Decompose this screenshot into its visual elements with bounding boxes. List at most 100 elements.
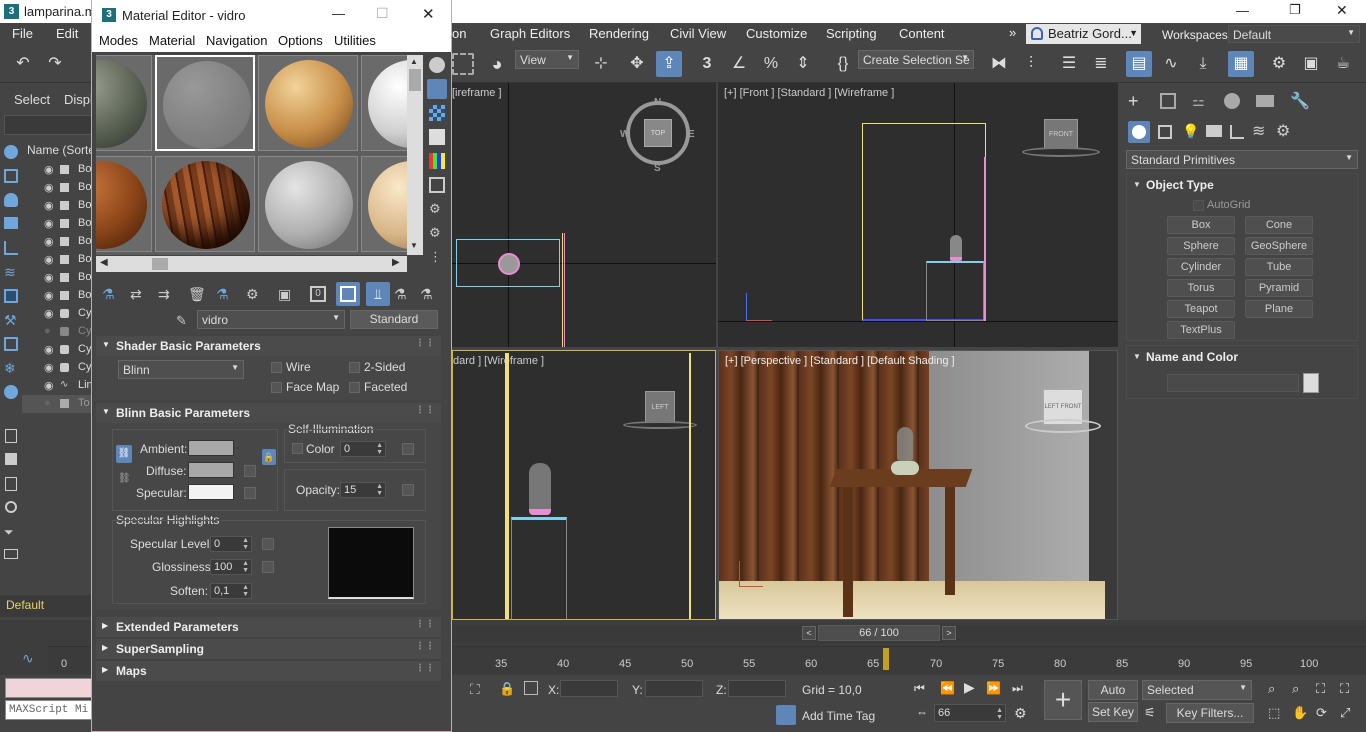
menu-modes[interactable]: Modes [99, 33, 138, 48]
redo-icon[interactable]: ↷ [42, 51, 68, 77]
list-item[interactable]: ◉ Bo [22, 233, 92, 251]
spacewarps-icon[interactable]: ≋ [1252, 121, 1265, 141]
find-icon[interactable] [5, 501, 17, 513]
viewcube-compass[interactable]: TOP [626, 101, 690, 165]
key-filters-button[interactable]: Key Filters... [1166, 703, 1254, 723]
go-forward-sibling-icon[interactable]: ⚗ [420, 286, 433, 303]
assign-to-selection-icon[interactable]: ⇉ [158, 286, 170, 303]
material-type-button[interactable]: Standard [350, 310, 438, 329]
slots-hscrollbar[interactable]: ◀ ▶ [96, 256, 407, 272]
pick-material-icon[interactable]: ✎ [176, 313, 187, 329]
menu-content[interactable]: Content [899, 26, 945, 41]
sample-slot[interactable] [258, 55, 358, 151]
viewport-perspective[interactable]: [+] [Perspective ] [Standard ] [Default … [718, 350, 1118, 620]
filter-funnel-icon[interactable]: ⏷ [4, 525, 14, 540]
menu-material[interactable]: Material [149, 33, 195, 48]
edit-named-selection-icon[interactable]: {} [830, 51, 856, 77]
spinner-arrows-icon[interactable]: ▲ ▼ [242, 560, 249, 574]
get-material-icon[interactable]: ⚗ [102, 286, 115, 303]
render-production-icon[interactable]: ☕ [1330, 51, 1356, 77]
diffuse-map-button[interactable] [244, 465, 256, 477]
eye-icon[interactable]: ◉ [44, 253, 54, 266]
x-coord-field[interactable] [560, 680, 618, 697]
hierarchy-tab-icon[interactable]: ⚍ [1192, 93, 1205, 110]
pivot-center-icon[interactable]: ⊹ [588, 51, 614, 77]
self-illum-map-button[interactable] [402, 443, 414, 455]
filter-groups-icon[interactable] [4, 289, 18, 303]
scroll-down-icon[interactable]: ▼ [410, 241, 418, 250]
undo-icon[interactable]: ↶ [10, 51, 36, 77]
sample-slot[interactable] [361, 55, 407, 151]
helpers-icon[interactable] [1230, 125, 1244, 139]
ambient-color-swatch[interactable] [188, 440, 234, 456]
list-item[interactable]: ● Cy [22, 323, 92, 341]
set-key-button[interactable]: Set Key [1088, 702, 1138, 722]
put-to-library-icon[interactable]: ⚙ [246, 286, 259, 303]
layer-bar[interactable]: Default [0, 595, 92, 617]
viewcube-face[interactable]: TOP [644, 119, 672, 147]
time-slider-thumb[interactable]: 66 / 100 [818, 625, 940, 641]
curve-editor-icon[interactable]: ∿ [1158, 51, 1184, 77]
diffuse-color-swatch[interactable] [188, 462, 234, 478]
eye-icon[interactable]: ◉ [44, 307, 54, 320]
go-to-start-icon[interactable]: ⏮ [914, 681, 925, 696]
menu-overflow-icon[interactable]: » [1009, 25, 1016, 40]
glossiness-spinner[interactable]: 100 ▲ ▼ [210, 559, 252, 575]
collapse-icon[interactable]: ▼ [1133, 180, 1141, 189]
maximize-button[interactable]: ☐ [376, 5, 389, 22]
eye-icon[interactable]: ◉ [44, 271, 54, 284]
display-tab-icon[interactable] [1256, 95, 1274, 107]
auto-key-button[interactable]: Auto Key [1088, 680, 1138, 715]
filter-cameras-icon[interactable] [4, 217, 18, 229]
spinner-snap-icon[interactable]: ⇕ [790, 51, 816, 77]
filter-xrefs-icon[interactable]: ⚒ [4, 313, 18, 327]
uv-tiling-icon[interactable] [429, 129, 445, 145]
list-item[interactable]: ◉ Bo [22, 287, 92, 305]
material-map-navigator-icon[interactable]: ⋮ [429, 249, 442, 265]
key-mode-icon[interactable]: ⇔ [916, 705, 928, 719]
two-sided-checkbox[interactable] [349, 362, 360, 373]
spinner-arrows-icon[interactable]: ▲ ▼ [996, 707, 1003, 721]
minimize-button[interactable]: — [332, 6, 345, 21]
self-illum-color-checkbox[interactable] [292, 443, 303, 454]
toggle-ribbon-icon[interactable]: ▤ [1126, 51, 1152, 77]
material-id-channel-icon[interactable]: ▣ [278, 286, 291, 303]
eye-icon[interactable]: ◉ [44, 181, 54, 194]
autogrid-checkbox[interactable] [1193, 200, 1204, 211]
window-crossing-icon[interactable]: ◕ [484, 51, 510, 77]
zoom-icon[interactable]: ⌕ [1268, 681, 1275, 697]
shapes-icon[interactable] [1158, 125, 1172, 139]
geometry-icon[interactable] [1128, 121, 1150, 143]
menu-file[interactable]: File [12, 26, 33, 41]
close-button[interactable]: ✕ [422, 5, 435, 23]
viewport-label[interactable]: dard ] [Wireframe ] [453, 355, 544, 367]
schematic-view-icon[interactable]: ⤓ [1190, 51, 1216, 77]
menu-customize[interactable]: Customize [746, 26, 807, 41]
eye-icon[interactable]: ◉ [44, 361, 54, 374]
pan-icon[interactable]: ✋ [1292, 705, 1308, 721]
plane-button[interactable]: Plane [1245, 300, 1313, 318]
minimize-button[interactable]: — [1236, 3, 1249, 18]
show-end-result-icon[interactable]: ⫫ [366, 282, 390, 306]
angle-snap-icon[interactable]: ∠ [726, 51, 752, 77]
orbit-icon[interactable]: ⟳ [1316, 705, 1327, 721]
utilities-tab-icon[interactable]: 🔧 [1290, 91, 1310, 111]
selection-set-dropdown[interactable]: Create Selection Se ▼ [858, 50, 974, 69]
restore-button[interactable]: ❐ [1289, 2, 1301, 18]
teapot-button[interactable]: Teapot [1167, 300, 1235, 318]
next-frame-icon[interactable]: ⏩ [986, 681, 1001, 695]
time-tag-icon[interactable] [776, 705, 796, 725]
eye-icon[interactable]: ◉ [44, 379, 54, 392]
tube-button[interactable]: Tube [1245, 258, 1313, 276]
menu-utilities[interactable]: Utilities [334, 33, 376, 48]
menu-rendering[interactable]: Rendering [589, 26, 649, 41]
current-frame-spinner[interactable]: 66 ▲ ▼ [934, 704, 1006, 722]
isolate-selection-icon[interactable]: ⛶ [470, 681, 480, 698]
go-to-parent-icon[interactable]: ⚗ [394, 286, 407, 303]
key-filters-icon[interactable]: ⚟ [1144, 705, 1156, 721]
pyramid-button[interactable]: Pyramid [1245, 279, 1313, 297]
options-icon[interactable]: ⚙ [429, 201, 441, 217]
snap-3d-icon[interactable]: 3 [694, 51, 720, 77]
list-item[interactable]: ◉ Bo [22, 161, 92, 179]
material-id-zero-icon[interactable]: 0 [310, 286, 326, 302]
